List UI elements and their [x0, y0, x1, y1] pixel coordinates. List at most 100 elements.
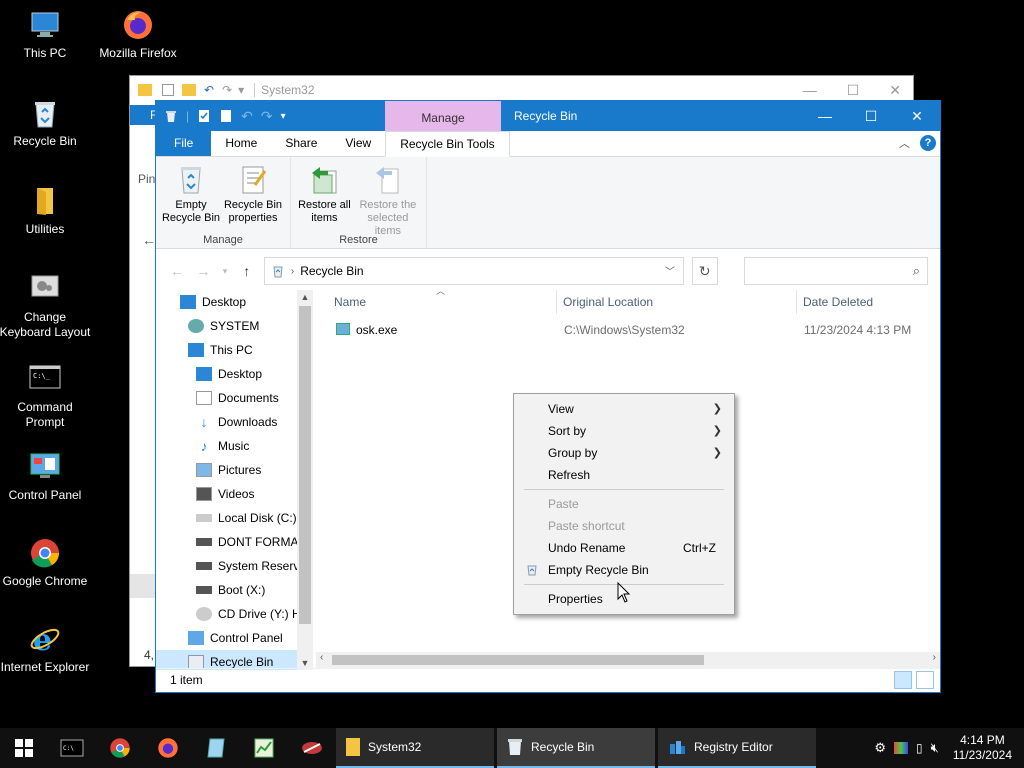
menu-item-empty-recycle-bin[interactable]: Empty Recycle Bin	[514, 559, 734, 581]
nav-item-local-disk-c[interactable]: Local Disk (C:)	[156, 506, 313, 530]
nav-item-boot-x[interactable]: Boot (X:)	[156, 578, 313, 602]
column-header-name[interactable]: Name	[334, 290, 366, 314]
details-view-icon[interactable]	[894, 671, 912, 689]
scroll-up-icon[interactable]: ▲	[297, 292, 313, 302]
nav-item-system[interactable]: SYSTEM	[156, 314, 313, 338]
search-input[interactable]: ⌕	[743, 257, 929, 285]
menu-item-paste-shortcut[interactable]: Paste shortcut	[514, 515, 734, 537]
desktop-icon-control-panel[interactable]: Control Panel	[0, 450, 93, 503]
network-icon[interactable]: ⚙	[874, 740, 886, 756]
undo-icon[interactable]: ↶	[241, 108, 253, 125]
desktop-icon-utilities[interactable]: Utilities	[0, 184, 93, 237]
desktop-icon-google-chrome[interactable]: Google Chrome	[0, 536, 93, 589]
large-icons-view-icon[interactable]	[916, 671, 934, 689]
scroll-left-icon[interactable]: ‹	[320, 652, 323, 663]
column-header-original-location[interactable]: Original Location	[563, 290, 653, 314]
tab-view[interactable]: View	[331, 131, 385, 156]
close-button[interactable]: ✕	[894, 101, 940, 131]
system32-pin-label[interactable]: Pin	[138, 172, 155, 186]
usb-icon[interactable]: ▯	[916, 741, 923, 755]
tab-home[interactable]: Home	[211, 131, 271, 156]
address-bar[interactable]: › Recycle Bin ﹀	[263, 257, 684, 285]
taskbar-app-recycle-bin[interactable]: Recycle Bin	[497, 728, 655, 768]
nav-item-recycle-bin[interactable]: Recycle Bin	[156, 650, 313, 670]
navigation-pane[interactable]: Desktop SYSTEM This PC Desktop Documents…	[156, 290, 313, 670]
column-separator[interactable]	[796, 290, 797, 314]
task-manager-icon	[254, 738, 274, 758]
desktop-icon-change-keyboard-layout[interactable]: Change Keyboard Layout	[0, 272, 93, 340]
taskbar-snipping-tool[interactable]	[288, 728, 336, 768]
nav-item-control-panel[interactable]: Control Panel	[156, 626, 313, 650]
nav-item-dont-format[interactable]: DONT FORMAT	[156, 530, 313, 554]
close-icon[interactable]: ✕	[889, 82, 901, 99]
menu-item-group-by[interactable]: Group by ❯	[514, 442, 734, 464]
dropdown-icon: ▾	[238, 83, 245, 97]
menu-item-view[interactable]: View ❯	[514, 398, 734, 420]
desktop-icon-command-prompt[interactable]: C:\_ Command Prompt	[0, 362, 93, 430]
refresh-button[interactable]: ↻	[691, 257, 718, 285]
back-arrow-icon[interactable]: ←	[142, 232, 156, 248]
nav-item-this-pc[interactable]: This PC	[156, 338, 313, 362]
breadcrumb-separator-icon[interactable]: ›	[291, 266, 294, 277]
horizontal-scrollbar[interactable]: ‹ ›	[316, 652, 940, 668]
minimize-button[interactable]: —	[802, 101, 848, 131]
chevron-down-icon[interactable]: ﹀	[665, 263, 675, 278]
menu-item-undo-rename[interactable]: Undo Rename Ctrl+Z	[514, 537, 734, 559]
minimize-icon[interactable]: —	[803, 82, 817, 99]
column-header-date-deleted[interactable]: Date Deleted	[803, 290, 873, 314]
nav-item-documents[interactable]: Documents	[156, 386, 313, 410]
display-icon[interactable]	[894, 742, 909, 754]
speaker-muted-icon[interactable]: 🔇︎	[931, 740, 939, 756]
desktop-icon-recycle-bin[interactable]: Recycle Bin	[0, 96, 93, 149]
scrollbar-thumb[interactable]	[332, 655, 704, 665]
contextual-tab-manage[interactable]: Manage	[385, 101, 501, 131]
tab-recycle-bin-tools[interactable]: Recycle Bin Tools	[385, 131, 510, 157]
nav-item-cd-drive[interactable]: CD Drive (Y:) H	[156, 602, 313, 626]
maximize-icon[interactable]: ☐	[847, 82, 860, 99]
maximize-button[interactable]: ☐	[848, 101, 894, 131]
up-arrow-icon[interactable]: ↑	[238, 263, 256, 279]
nav-item-music[interactable]: ♪ Music	[156, 434, 313, 458]
menu-item-refresh[interactable]: Refresh	[514, 464, 734, 486]
redo-icon[interactable]: ↷	[261, 108, 273, 125]
breadcrumb-recycle-bin[interactable]: Recycle Bin	[300, 264, 363, 278]
taskbar-app-system32[interactable]: System32	[336, 728, 494, 768]
recent-locations-icon[interactable]: ▾	[221, 266, 230, 277]
taskbar-firefox[interactable]	[144, 728, 192, 768]
customize-qat-icon[interactable]: ▾	[281, 111, 286, 122]
menu-item-paste[interactable]: Paste	[514, 493, 734, 515]
column-separator[interactable]	[556, 290, 557, 314]
menu-item-sort-by[interactable]: Sort by ❯	[514, 420, 734, 442]
desktop-icon-firefox[interactable]: Mozilla Firefox	[90, 8, 186, 61]
nav-item-downloads[interactable]: ↓ Downloads	[156, 410, 313, 434]
nav-item-desktop[interactable]: Desktop	[156, 362, 313, 386]
scroll-down-icon[interactable]: ▼	[297, 658, 313, 668]
desktop-icon-internet-explorer[interactable]: e Internet Explorer	[0, 622, 93, 675]
tab-share[interactable]: Share	[271, 131, 331, 156]
clock[interactable]: 4:14 PM 11/23/2024	[953, 733, 1012, 763]
back-arrow-icon[interactable]: ←	[168, 263, 186, 279]
nav-item-system-reserved[interactable]: System Reserve	[156, 554, 313, 578]
new-folder-icon[interactable]	[219, 109, 233, 123]
taskbar-app-registry-editor[interactable]: Registry Editor	[658, 728, 816, 768]
system32-file-tab[interactable]: F	[130, 105, 157, 125]
file-row[interactable]: osk.exe C:\Windows\System32 11/23/2024 4…	[330, 319, 940, 341]
title-bar[interactable]: | ↶ ↷ ▾ Manage Recycle Bin — ☐ ✕	[156, 101, 940, 131]
nav-item-videos[interactable]: Videos	[156, 482, 313, 506]
nav-item-pictures[interactable]: Pictures	[156, 458, 313, 482]
properties-icon[interactable]	[197, 109, 211, 123]
nav-pane-scrollbar[interactable]: ▲ ▼	[297, 290, 313, 670]
taskbar-chrome[interactable]	[96, 728, 144, 768]
tab-file[interactable]: File	[156, 131, 212, 156]
chevron-up-icon[interactable]: ︿	[899, 135, 910, 151]
forward-arrow-icon[interactable]: →	[194, 263, 212, 279]
taskbar-command-prompt[interactable]: C:\	[48, 728, 96, 768]
start-button[interactable]	[0, 728, 48, 768]
desktop-icon-this-pc[interactable]: This PC	[0, 8, 93, 61]
scrollbar-thumb[interactable]	[299, 306, 311, 624]
scroll-right-icon[interactable]: ›	[933, 652, 936, 663]
taskbar-notepad[interactable]	[192, 728, 240, 768]
taskbar-task-manager[interactable]	[240, 728, 288, 768]
nav-item-desktop-root[interactable]: Desktop	[156, 290, 313, 314]
help-icon[interactable]: ?	[920, 135, 936, 151]
